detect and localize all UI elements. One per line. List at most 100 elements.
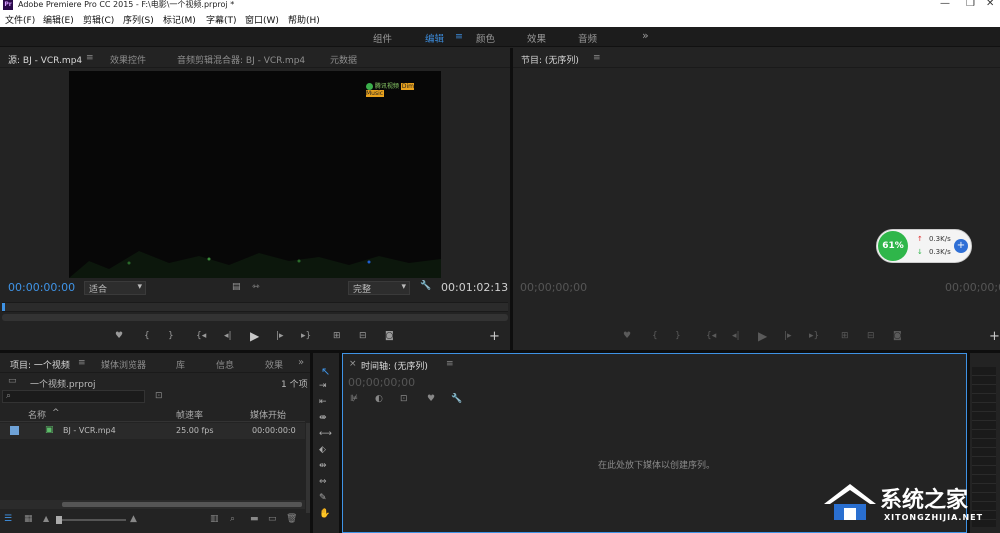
tab-metadata[interactable]: 元数据 <box>330 53 357 66</box>
play-icon[interactable]: ▶ <box>250 329 259 343</box>
source-video-frame[interactable]: 腾讯视频 Dim Music <box>69 71 441 278</box>
hand-tool-icon[interactable]: ✋ <box>319 509 330 519</box>
workspace-color[interactable]: 颜色 <box>476 31 495 45</box>
minimize-icon[interactable]: — <box>940 0 950 9</box>
rolling-edit-tool-icon[interactable]: ⇼ <box>319 413 327 423</box>
tab-media-browser[interactable]: 媒体浏览器 <box>101 358 146 371</box>
settings-wrench-icon[interactable]: 🔧 <box>420 281 431 291</box>
project-horizontal-scrollbar[interactable] <box>0 500 305 509</box>
zoom-slider-handle[interactable] <box>56 516 62 524</box>
source-timecode-in[interactable]: 00:00:00:00 <box>8 281 75 294</box>
find-icon[interactable]: ⌕ <box>230 514 235 524</box>
panel-overflow-icon[interactable]: » <box>298 357 304 368</box>
timeline-settings-icon[interactable]: 🔧 <box>451 394 462 404</box>
source-playhead[interactable] <box>2 303 5 311</box>
menu-title[interactable]: 字幕(T) <box>206 13 237 26</box>
step-back-icon[interactable]: ◂| <box>732 331 740 341</box>
sort-ascending-icon[interactable]: ^ <box>52 408 60 418</box>
source-quality-dropdown[interactable]: 完整 ▾ <box>348 281 410 295</box>
column-frame-rate[interactable]: 帧速率 <box>176 408 203 421</box>
source-zoom-dropdown[interactable]: 适合 ▾ <box>84 281 146 295</box>
restore-icon[interactable]: ❐ <box>966 0 975 9</box>
add-marker-icon[interactable]: ♥ <box>115 331 123 341</box>
program-tab-menu-icon[interactable]: ≡ <box>593 53 601 63</box>
nest-icon[interactable]: ⊯ <box>350 394 358 404</box>
workspace-effects[interactable]: 效果 <box>527 31 546 45</box>
add-button-icon[interactable]: + <box>489 329 500 344</box>
menu-marker[interactable]: 标记(M) <box>163 13 196 26</box>
drag-video-icon[interactable]: ⇿ <box>252 282 260 292</box>
play-icon[interactable]: ▶ <box>758 329 767 343</box>
timeline-tab-menu-icon[interactable]: ≡ <box>446 359 454 369</box>
program-timecode-left[interactable]: 00;00;00;00 <box>520 281 587 294</box>
go-to-in-icon[interactable]: {◂ <box>196 331 206 341</box>
workspace-menu-icon[interactable]: ≡ <box>455 31 463 42</box>
zoom-in-icon[interactable]: ▲ <box>130 514 137 524</box>
export-frame-icon[interactable]: ▤ <box>232 282 241 292</box>
project-tab-menu-icon[interactable]: ≡ <box>78 358 86 368</box>
go-to-in-icon[interactable]: {◂ <box>706 331 716 341</box>
timeline-timecode[interactable]: 00;00;00;00 <box>348 376 415 389</box>
insert-icon[interactable]: ⊞ <box>333 331 341 341</box>
tab-libraries[interactable]: 库 <box>176 358 185 371</box>
step-back-icon[interactable]: ◂| <box>224 331 232 341</box>
clip-name[interactable]: BJ - VCR.mp4 <box>63 426 116 435</box>
mark-out-icon[interactable]: } <box>168 331 174 341</box>
table-row[interactable]: ▣ BJ - VCR.mp4 25.00 fps 00:00:00:0 <box>0 423 305 439</box>
automate-to-sequence-icon[interactable]: ▥ <box>210 514 219 524</box>
new-bin-icon[interactable]: ▬ <box>250 514 259 524</box>
source-time-ruler[interactable] <box>2 302 508 312</box>
mark-in-icon[interactable]: { <box>144 331 150 341</box>
list-view-icon[interactable]: ☰ <box>4 514 12 524</box>
camera-icon[interactable]: ◙ <box>893 331 902 341</box>
add-marker-icon[interactable]: ♥ <box>623 331 631 341</box>
tab-audio-clip-mixer[interactable]: 音频剪辑混合器: BJ - VCR.mp4 <box>177 53 305 66</box>
extract-icon[interactable]: ⊟ <box>867 331 875 341</box>
step-forward-icon[interactable]: |▸ <box>784 331 792 341</box>
go-to-out-icon[interactable]: ▸} <box>809 331 819 341</box>
razor-tool-icon[interactable]: ⬖ <box>319 445 326 455</box>
snap-icon[interactable]: ◐ <box>375 394 383 404</box>
add-marker-icon[interactable]: ♥ <box>427 394 435 404</box>
tab-effects[interactable]: 效果 <box>265 358 283 371</box>
tab-info[interactable]: 信息 <box>216 358 234 371</box>
column-media-start[interactable]: 媒体开始 <box>250 408 286 421</box>
workspace-assembly[interactable]: 组件 <box>373 31 392 45</box>
lift-icon[interactable]: ⊞ <box>841 331 849 341</box>
menu-window[interactable]: 窗口(W) <box>245 13 279 26</box>
project-search-input[interactable]: ⌕ <box>2 390 145 403</box>
workspace-audio[interactable]: 音频 <box>578 31 597 45</box>
menu-edit[interactable]: 编辑(E) <box>43 13 74 26</box>
workspace-more-icon[interactable]: » <box>642 29 649 42</box>
tab-project[interactable]: 项目: 一个视频 <box>10 358 70 371</box>
slip-tool-icon[interactable]: ⇹ <box>319 461 327 471</box>
ripple-edit-tool-icon[interactable]: ⇤ <box>319 397 327 407</box>
menu-sequence[interactable]: 序列(S) <box>123 13 154 26</box>
zoom-slider[interactable] <box>56 516 126 524</box>
source-zoom-scrollbar[interactable] <box>2 314 508 321</box>
step-forward-icon[interactable]: |▸ <box>276 331 284 341</box>
column-name[interactable]: 名称 <box>28 408 46 421</box>
rate-stretch-tool-icon[interactable]: ⟷ <box>319 429 332 439</box>
zoom-out-icon[interactable]: ▲ <box>43 514 49 523</box>
clear-trash-icon[interactable]: 🗑 <box>286 514 297 524</box>
add-button-icon[interactable]: + <box>989 329 1000 344</box>
scroll-thumb[interactable] <box>62 502 302 507</box>
mark-in-icon[interactable]: { <box>652 331 658 341</box>
boost-plus-icon[interactable]: + <box>954 239 968 253</box>
linked-selection-icon[interactable]: ⊡ <box>400 394 408 404</box>
close-tab-icon[interactable]: × <box>349 359 357 369</box>
track-select-tool-icon[interactable]: ⇥ <box>319 381 327 391</box>
pen-tool-icon[interactable]: ✎ <box>319 493 327 503</box>
network-speed-widget[interactable]: 61% ↑ 0.3K/s ↓ 0.3K/s + <box>876 229 972 263</box>
workspace-editing[interactable]: 编辑 <box>425 31 444 45</box>
new-item-icon[interactable]: ▭ <box>268 514 277 524</box>
menu-clip[interactable]: 剪辑(C) <box>83 13 114 26</box>
tab-effect-controls[interactable]: 效果控件 <box>110 53 146 66</box>
overwrite-icon[interactable]: ⊟ <box>359 331 367 341</box>
source-tab-menu-icon[interactable]: ≡ <box>86 53 94 63</box>
menu-file[interactable]: 文件(F) <box>5 13 35 26</box>
label-color-swatch[interactable] <box>10 426 19 435</box>
tab-timeline[interactable]: 时间轴: (无序列) <box>361 359 428 372</box>
icon-view-icon[interactable]: ▦ <box>24 514 33 524</box>
